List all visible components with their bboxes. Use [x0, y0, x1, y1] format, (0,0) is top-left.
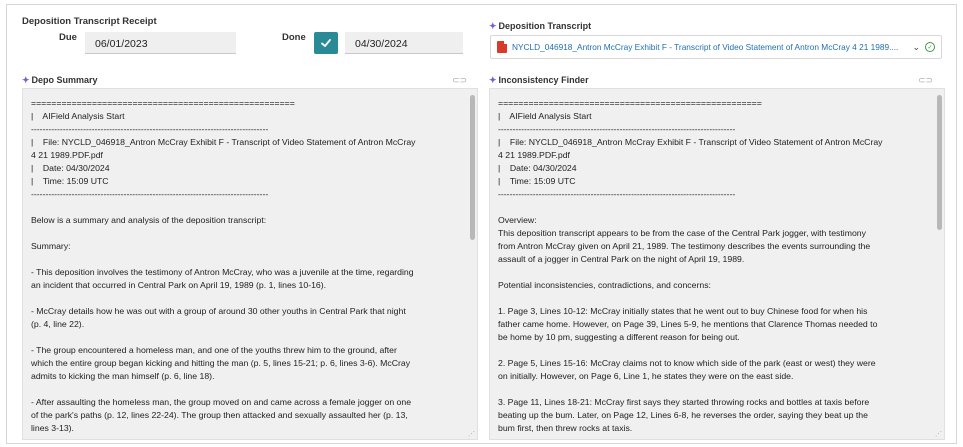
sparkle-icon: ✦: [489, 75, 497, 85]
depo-summary-label-text: Depo Summary: [31, 75, 98, 85]
link-icon[interactable]: ⊂⊃: [452, 75, 467, 86]
sparkle-icon: ✦: [489, 21, 497, 31]
depo-summary-label: ✦ Depo Summary: [22, 75, 98, 86]
done-label: Done: [282, 32, 306, 43]
link-icon[interactable]: ⊂⊃: [918, 75, 933, 86]
due-date-field[interactable]: 06/01/2023: [85, 32, 236, 54]
depo-summary-panel[interactable]: ========================================…: [22, 88, 478, 440]
transcript-field-label: ✦ Deposition Transcript: [489, 21, 591, 32]
inconsistency-finder-text: ========================================…: [498, 98, 883, 433]
checkmark-icon: [321, 39, 331, 47]
due-label: Due: [59, 32, 77, 43]
inconsistency-finder-panel[interactable]: ========================================…: [489, 88, 945, 440]
receipt-section-title: Deposition Transcript Receipt: [22, 16, 157, 27]
depo-summary-scrollbar[interactable]: [470, 95, 475, 240]
inconsistency-finder-scrollbar[interactable]: [937, 95, 942, 230]
check-circle-icon: ✓: [925, 42, 935, 52]
resize-grip-icon[interactable]: ⋰: [935, 430, 942, 438]
done-date-field[interactable]: 04/30/2024: [345, 32, 463, 54]
done-checkbox[interactable]: [314, 32, 338, 54]
inconsistency-finder-label: ✦ Inconsistency Finder: [489, 75, 589, 86]
transcript-field-label-text: Deposition Transcript: [498, 21, 592, 31]
pdf-icon: [497, 41, 507, 53]
depo-summary-text: ========================================…: [31, 98, 416, 433]
transcript-select[interactable]: NYCLD_046918_Antron McCray Exhibit F - T…: [490, 35, 942, 59]
sparkle-icon: ✦: [22, 75, 30, 85]
inconsistency-finder-label-text: Inconsistency Finder: [498, 75, 589, 85]
transcript-file-link[interactable]: NYCLD_046918_Antron McCray Exhibit F - T…: [512, 42, 906, 52]
resize-grip-icon[interactable]: ⋰: [468, 430, 475, 438]
chevron-down-icon[interactable]: ⌄: [912, 42, 920, 53]
